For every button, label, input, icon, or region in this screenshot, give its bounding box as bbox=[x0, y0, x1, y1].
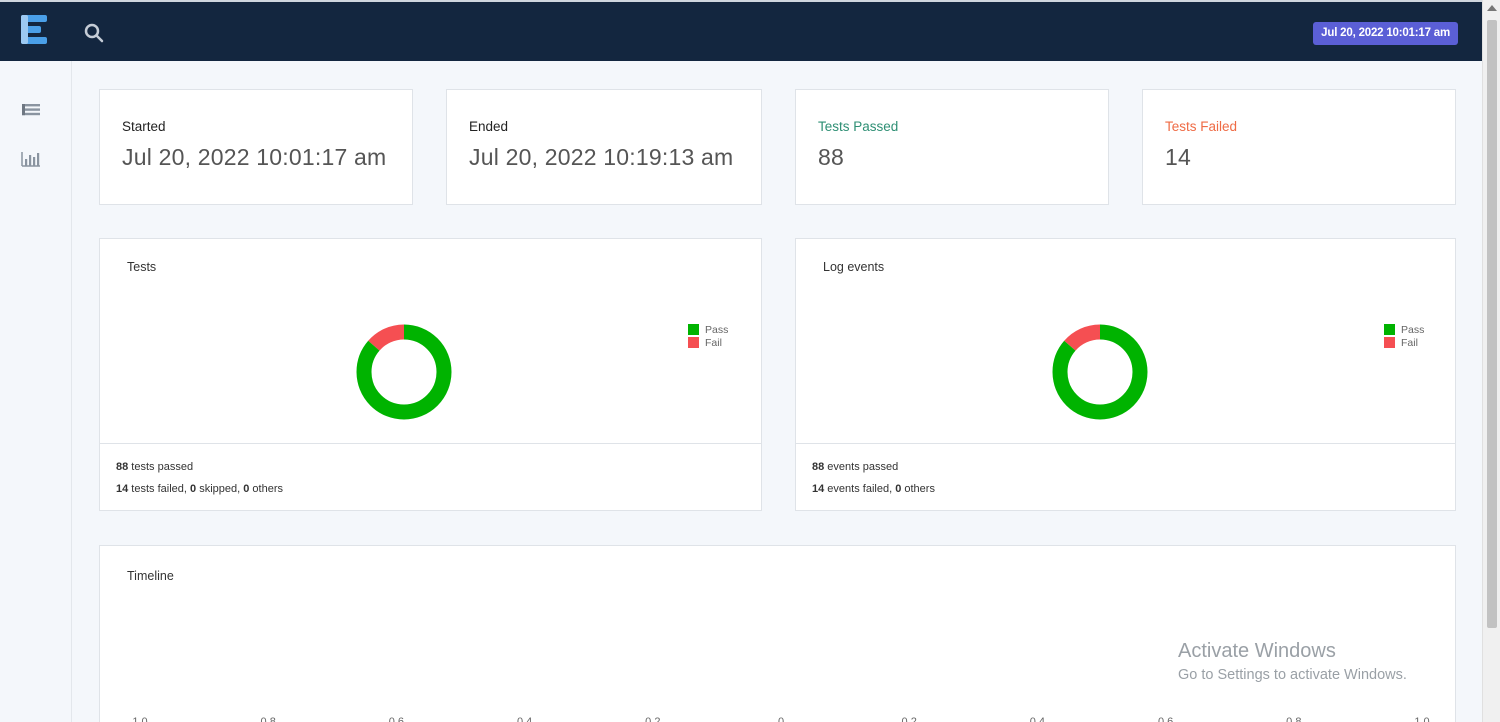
scrollbar-thumb[interactable] bbox=[1487, 20, 1497, 628]
legend-label: Pass bbox=[1401, 323, 1425, 336]
log-events-donut-chart bbox=[1052, 324, 1148, 420]
timeline-tick-label: 0.4 bbox=[516, 716, 533, 722]
legend-item-pass[interactable]: Pass bbox=[688, 323, 728, 336]
search-icon[interactable] bbox=[83, 22, 105, 44]
tests-summary-line2: 14 tests failed, 0 skipped, 0 others bbox=[116, 483, 283, 495]
log-events-summary-line2: 14 events failed, 0 others bbox=[812, 483, 935, 495]
extent-logo-icon[interactable] bbox=[19, 13, 49, 49]
timeline-tick-label: 1.0 bbox=[132, 716, 148, 722]
scroll-up-arrow-icon[interactable] bbox=[1487, 5, 1497, 11]
timeline-tick-label: 0.8 bbox=[1286, 716, 1302, 722]
divider bbox=[100, 443, 761, 444]
legend-item-fail[interactable]: Fail bbox=[1384, 336, 1424, 349]
activate-windows-watermark: Activate Windows Go to Settings to activ… bbox=[1178, 640, 1407, 683]
stat-label: Started bbox=[122, 119, 166, 134]
fail-swatch bbox=[688, 337, 699, 348]
legend-label: Fail bbox=[1401, 336, 1418, 349]
tests-summary-line1: 88 tests passed bbox=[116, 461, 194, 473]
stat-value: 88 bbox=[818, 144, 844, 170]
chart-title: Tests bbox=[127, 260, 157, 274]
timeline-x-axis: 1.0 0.8 0.6 0.4 0.2 0 0.2 0.4 0.6 0.8 1.0 bbox=[100, 716, 1455, 722]
legend-item-fail[interactable]: Fail bbox=[688, 336, 728, 349]
chart-title: Log events bbox=[823, 260, 885, 274]
log-events-summary-line1: 88 events passed bbox=[812, 461, 899, 473]
stat-card-tests-passed: Tests Passed 88 bbox=[795, 89, 1109, 205]
legend-label: Fail bbox=[705, 336, 722, 349]
timeline-card: Timeline 1.0 0.8 0.6 0.4 0.2 0 0.2 0.4 0.6 0.8 1.0 bbox=[99, 545, 1456, 722]
fail-swatch bbox=[1384, 337, 1395, 348]
timeline-tick-label: 0.6 bbox=[388, 716, 405, 722]
timeline-tick-label: 0.8 bbox=[260, 716, 276, 722]
pass-swatch bbox=[688, 324, 699, 335]
stat-label: Tests Failed bbox=[1165, 119, 1238, 134]
stat-label: Ended bbox=[469, 119, 509, 134]
chart-legend: Pass Fail bbox=[688, 323, 728, 349]
divider bbox=[796, 443, 1455, 444]
chart-title: Timeline bbox=[127, 569, 174, 583]
stat-label: Tests Passed bbox=[818, 119, 899, 134]
timeline-tick-label: 0 bbox=[777, 716, 785, 722]
vertical-scrollbar[interactable] bbox=[1482, 0, 1500, 722]
stat-value: Jul 20, 2022 10:19:13 am bbox=[469, 144, 734, 170]
timeline-tick-label: 0.2 bbox=[901, 716, 917, 722]
sidebar bbox=[0, 61, 72, 722]
log-events-chart-card: Log events Pass Fail 88 events passed 14… bbox=[795, 238, 1456, 511]
bar-chart-icon[interactable] bbox=[20, 150, 42, 168]
stat-card-tests-failed: Tests Failed 14 bbox=[1142, 89, 1456, 205]
tests-donut-chart bbox=[356, 324, 452, 420]
stat-card-ended: Ended Jul 20, 2022 10:19:13 am bbox=[446, 89, 762, 205]
legend-item-pass[interactable]: Pass bbox=[1384, 323, 1424, 336]
tests-chart-card: Tests Pass Fail 88 tests passed 14 tests… bbox=[99, 238, 762, 511]
report-date-badge: Jul 20, 2022 10:01:17 am bbox=[1313, 22, 1458, 45]
legend-label: Pass bbox=[705, 323, 729, 336]
list-view-icon[interactable] bbox=[20, 101, 42, 119]
stat-card-started: Started Jul 20, 2022 10:01:17 am bbox=[99, 89, 413, 205]
stat-value: Jul 20, 2022 10:01:17 am bbox=[122, 144, 387, 170]
timeline-tick-label: 0.2 bbox=[645, 716, 661, 722]
timeline-tick-label: 1.0 bbox=[1414, 716, 1430, 722]
top-navbar: Jul 20, 2022 10:01:17 am bbox=[0, 0, 1482, 61]
watermark-title: Activate Windows bbox=[1178, 640, 1336, 662]
pass-swatch bbox=[1384, 324, 1395, 335]
chart-legend: Pass Fail bbox=[1384, 323, 1424, 349]
stat-value: 14 bbox=[1165, 144, 1191, 170]
timeline-tick-label: 0.6 bbox=[1157, 716, 1174, 722]
watermark-subtitle: Go to Settings to activate Windows. bbox=[1178, 667, 1407, 683]
timeline-tick-label: 0.4 bbox=[1029, 716, 1046, 722]
